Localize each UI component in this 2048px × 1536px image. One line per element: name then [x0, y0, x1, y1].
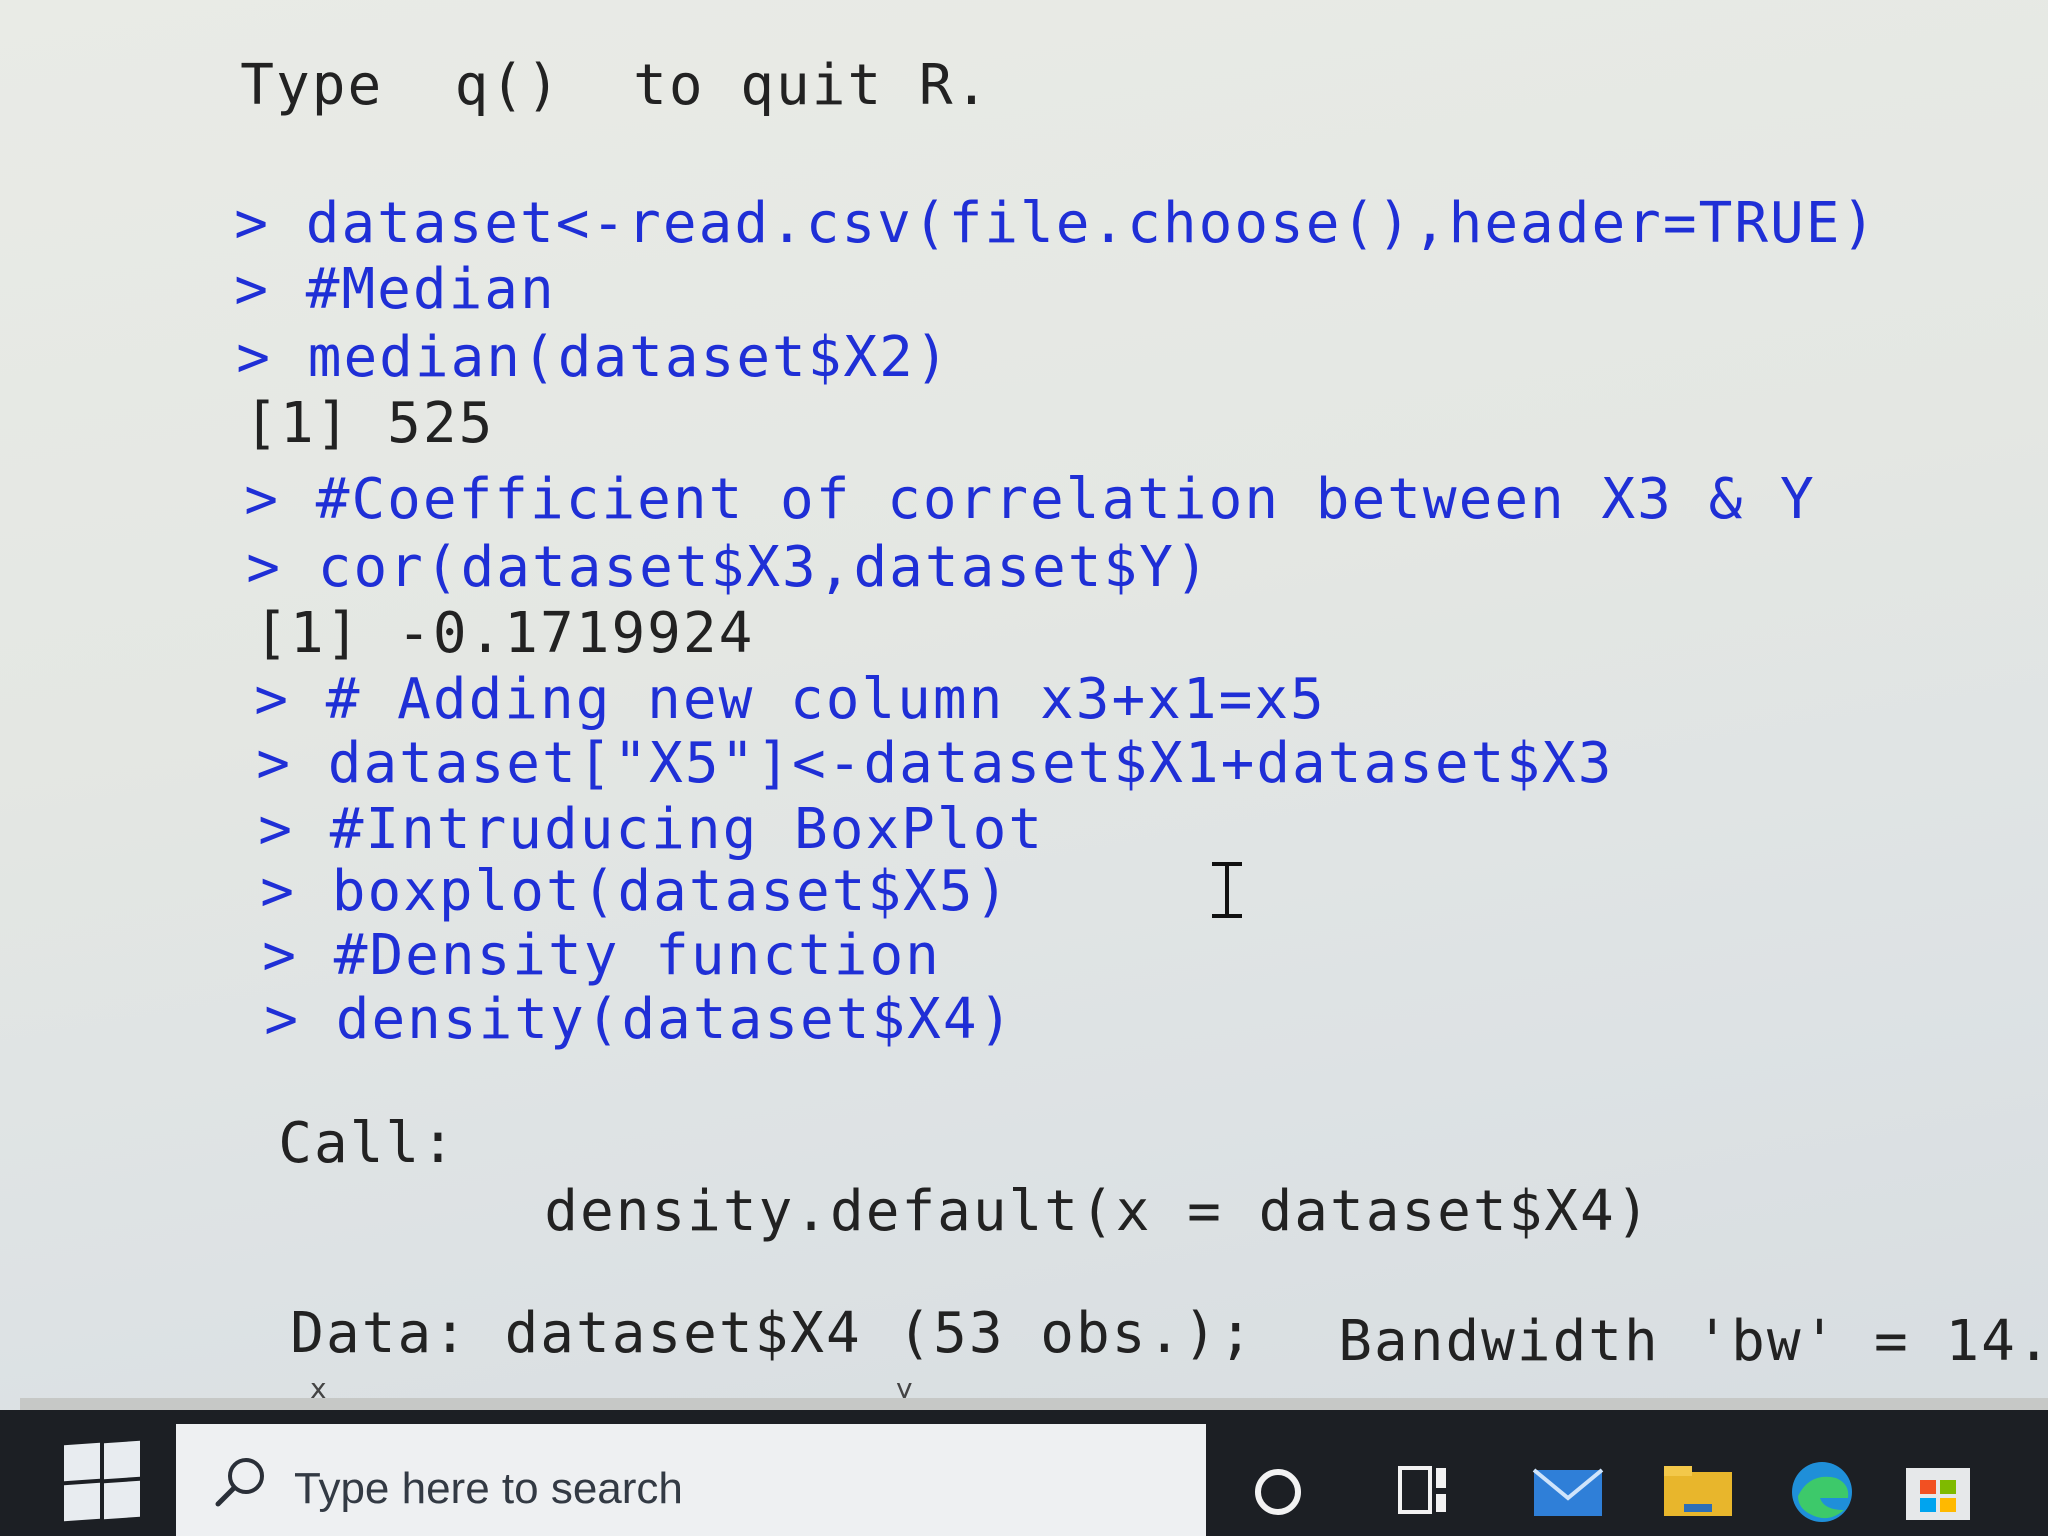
store-icon[interactable]	[1900, 1452, 1976, 1528]
console-output-area[interactable]: Type q() to quit R. > dataset<-read.csv(…	[0, 0, 2048, 1410]
edge-icon[interactable]	[1784, 1452, 1860, 1528]
cortana-icon[interactable]	[1240, 1452, 1316, 1528]
r-console-window: Type q() to quit R. > dataset<-read.csv(…	[0, 0, 2048, 1536]
task-view-icon[interactable]	[1386, 1452, 1462, 1528]
console-bottom-edge	[20, 1398, 2048, 1410]
search-placeholder[interactable]: Type here to search	[294, 1464, 683, 1514]
windows-start-icon[interactable]	[60, 1440, 140, 1522]
text-cursor-icon	[1210, 862, 1244, 918]
file-explorer-icon[interactable]	[1660, 1452, 1736, 1528]
mail-icon[interactable]	[1530, 1452, 1606, 1528]
search-icon	[215, 1458, 264, 1507]
prompt-symbol: >	[264, 987, 301, 1052]
